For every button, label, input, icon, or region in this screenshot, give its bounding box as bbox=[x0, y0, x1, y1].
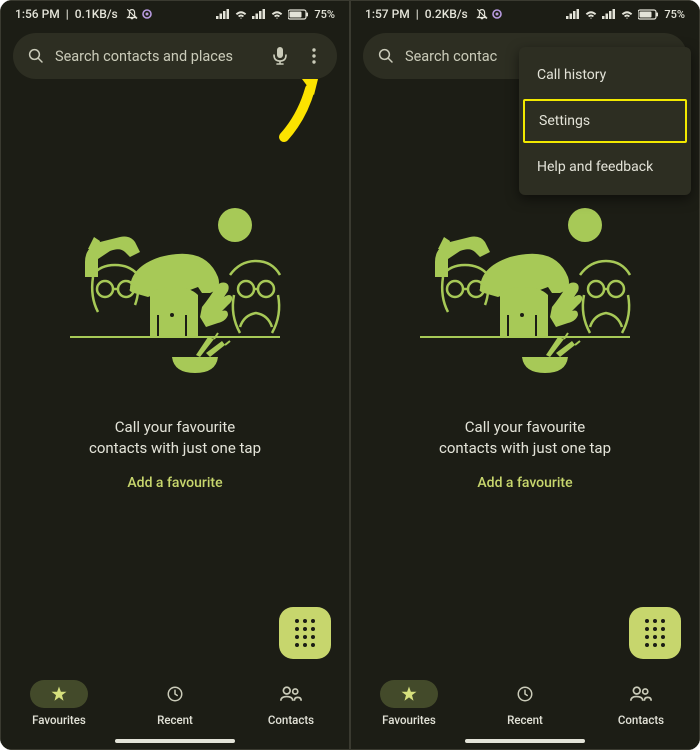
home-indicator bbox=[115, 739, 235, 743]
favourites-illustration bbox=[50, 197, 300, 387]
wifi-icon bbox=[620, 9, 634, 20]
search-placeholder: Search contacts and places bbox=[55, 48, 263, 65]
clock-icon bbox=[516, 685, 534, 703]
menu-call-history[interactable]: Call history bbox=[519, 53, 691, 97]
overflow-menu: Call history Settings Help and feedback bbox=[519, 47, 691, 195]
dialpad-icon bbox=[295, 619, 316, 648]
status-speed: 0.1KB/s bbox=[75, 7, 118, 21]
add-favourite-link[interactable]: Add a favourite bbox=[477, 475, 572, 491]
star-icon bbox=[400, 685, 418, 703]
star-icon bbox=[50, 685, 68, 703]
mic-button[interactable] bbox=[263, 39, 297, 73]
dialpad-icon bbox=[645, 619, 666, 648]
status-bar: 1:56 PM | 0.1KB/s 75% bbox=[1, 1, 349, 25]
left-screenshot: 1:56 PM | 0.1KB/s 75% Search contacts an… bbox=[0, 0, 350, 750]
contacts-icon bbox=[280, 685, 302, 703]
menu-settings[interactable]: Settings bbox=[523, 99, 687, 143]
signal-icon bbox=[216, 9, 230, 20]
empty-state-text: Call your favourite contacts with just o… bbox=[439, 417, 611, 459]
search-icon bbox=[377, 47, 395, 65]
wifi-icon bbox=[270, 9, 284, 20]
wifi-icon bbox=[584, 9, 598, 20]
search-icon bbox=[27, 47, 45, 65]
bottom-nav: Favourites Recent Contacts bbox=[1, 668, 349, 735]
right-screenshot: 1:57 PM | 0.2KB/s 75% Search contac Call… bbox=[350, 0, 700, 750]
battery-icon bbox=[288, 9, 309, 20]
dialpad-button[interactable] bbox=[629, 607, 681, 659]
nav-recent[interactable]: Recent bbox=[117, 680, 233, 727]
battery-icon bbox=[638, 9, 659, 20]
status-bar: 1:57 PM | 0.2KB/s 75% bbox=[351, 1, 699, 25]
status-speed: 0.2KB/s bbox=[425, 7, 468, 21]
battery-text: 75% bbox=[664, 8, 685, 21]
signal-icon bbox=[252, 9, 266, 20]
home-indicator bbox=[465, 739, 585, 743]
more-vert-icon bbox=[312, 48, 316, 64]
add-favourite-link[interactable]: Add a favourite bbox=[127, 475, 222, 491]
menu-help-feedback[interactable]: Help and feedback bbox=[519, 145, 691, 189]
status-time: 1:56 PM bbox=[15, 7, 60, 21]
contacts-icon bbox=[630, 685, 652, 703]
more-options-button[interactable] bbox=[297, 39, 331, 73]
nav-contacts[interactable]: Contacts bbox=[583, 680, 699, 727]
status-time: 1:57 PM bbox=[365, 7, 410, 21]
empty-state-text: Call your favourite contacts with just o… bbox=[89, 417, 261, 459]
dialpad-button[interactable] bbox=[279, 607, 331, 659]
clock-icon bbox=[166, 685, 184, 703]
nav-contacts[interactable]: Contacts bbox=[233, 680, 349, 727]
wifi-icon bbox=[234, 9, 248, 20]
signal-icon bbox=[602, 9, 616, 20]
favourites-illustration bbox=[400, 197, 650, 387]
nav-favourites[interactable]: Favourites bbox=[351, 680, 467, 727]
search-bar[interactable]: Search contacts and places bbox=[13, 33, 337, 79]
nav-recent[interactable]: Recent bbox=[467, 680, 583, 727]
battery-text: 75% bbox=[314, 8, 335, 21]
mic-icon bbox=[272, 46, 288, 66]
bottom-nav: Favourites Recent Contacts bbox=[351, 668, 699, 735]
nav-favourites[interactable]: Favourites bbox=[1, 680, 117, 727]
signal-icon bbox=[566, 9, 580, 20]
